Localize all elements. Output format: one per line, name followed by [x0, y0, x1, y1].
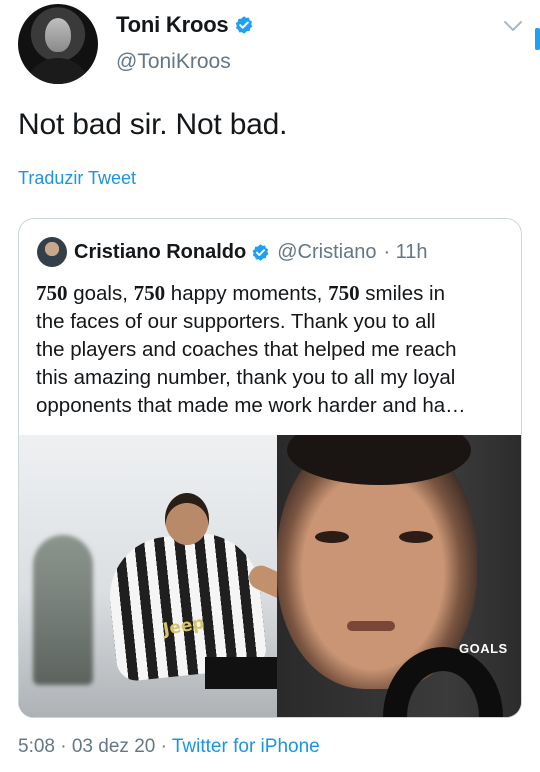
quoted-tweet-media[interactable]: Jeep GOALS	[19, 435, 521, 717]
quoted-tweet-header: Cristiano Ronaldo @Cristiano · 11h	[37, 237, 428, 267]
quoted-text-line-5: opponents that made me work harder and h…	[36, 394, 466, 417]
tweet-metadata: 5:08 · 03 dez 20 · Twitter for iPhone	[18, 736, 320, 758]
quoted-author-avatar[interactable]	[37, 237, 67, 267]
quoted-text-line-3: the players and coaches that helped me r…	[36, 338, 457, 361]
tweet-text: Not bad sir. Not bad.	[18, 108, 288, 141]
quoted-text-line-2: the faces of our supporters. Thank you t…	[36, 310, 436, 333]
scrollbar-indicator	[535, 28, 540, 50]
quoted-tweet-text: 750 goals, 750 happy moments, 750 smiles…	[36, 279, 506, 420]
media-goals-label: GOALS	[459, 641, 508, 656]
avatar-shoulders	[24, 58, 92, 84]
avatar-face	[45, 18, 71, 52]
translate-tweet-link[interactable]: Traduzir Tweet	[18, 168, 136, 189]
quoted-text-line-1: 750 goals, 750 happy moments, 750 smiles…	[36, 281, 445, 305]
media-portrait-mouth	[347, 621, 395, 631]
verified-badge-icon	[236, 16, 253, 34]
author-name-row: Toni Kroos	[116, 12, 254, 38]
author-display-name[interactable]: Toni Kroos	[116, 12, 229, 38]
media-portrait-eye-left	[315, 531, 349, 543]
media-background-player	[33, 535, 93, 685]
media-portrait-eye-right	[399, 531, 433, 543]
tweet-timestamp[interactable]: 5:08 · 03 dez 20 ·	[18, 736, 172, 757]
verified-badge-icon	[252, 243, 269, 261]
quoted-author-handle[interactable]: @Cristiano	[277, 241, 376, 264]
quoted-author-name[interactable]: Cristiano Ronaldo	[74, 241, 246, 264]
quoted-tweet-card[interactable]: Cristiano Ronaldo @Cristiano · 11h 750 g…	[18, 218, 522, 718]
author-handle[interactable]: @ToniKroos	[116, 50, 231, 74]
chevron-down-icon[interactable]	[500, 16, 526, 36]
quoted-text-line-4: this amazing number, thank you to all my…	[36, 366, 456, 389]
quoted-tweet-time: · 11h	[383, 240, 428, 263]
media-player-head	[165, 493, 209, 545]
tweet-source-link[interactable]: Twitter for iPhone	[172, 736, 320, 757]
author-avatar[interactable]	[18, 4, 98, 84]
